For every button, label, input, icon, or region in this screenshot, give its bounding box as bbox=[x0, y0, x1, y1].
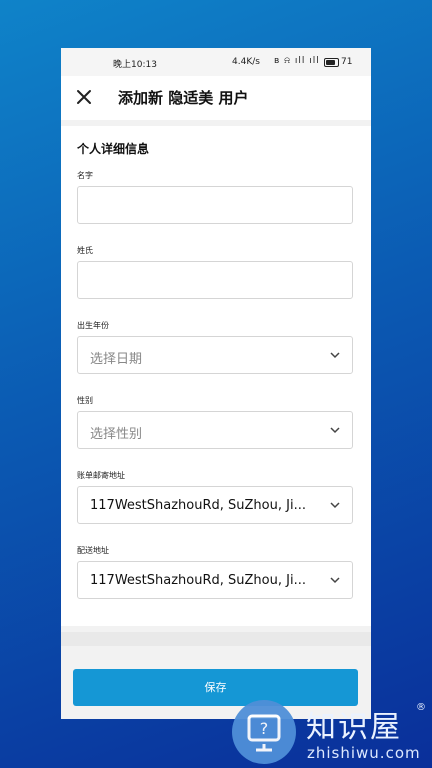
chevron-down-icon bbox=[330, 577, 340, 584]
first-name-label: 名字 bbox=[77, 171, 93, 180]
shipping-address-select[interactable]: 117WestShazhouRd, SuZhou, Ji... bbox=[77, 561, 353, 599]
signal-icons: ʙ ⍾ ıll ıll bbox=[274, 56, 320, 66]
section-title: 个人详细信息 bbox=[77, 142, 150, 156]
close-icon[interactable] bbox=[75, 88, 93, 106]
watermark-url: zhishiwu.com bbox=[307, 744, 421, 762]
page-title: 添加新 隐适美 用户 bbox=[118, 89, 249, 107]
help-monitor-icon: ? bbox=[232, 700, 296, 764]
birth-year-select[interactable]: 选择日期 bbox=[77, 336, 353, 374]
battery-level: 71 bbox=[341, 57, 353, 67]
shipping-address-label: 配送地址 bbox=[77, 546, 109, 555]
gender-select[interactable]: 选择性别 bbox=[77, 411, 353, 449]
shipping-address-value: 117WestShazhouRd, SuZhou, Ji... bbox=[90, 573, 306, 588]
registered-mark: ® bbox=[416, 702, 426, 713]
app-header: 添加新 隐适美 用户 bbox=[61, 76, 371, 120]
last-name-label: 姓氏 bbox=[77, 246, 93, 255]
gender-label: 性别 bbox=[77, 396, 93, 405]
chevron-down-icon bbox=[330, 427, 340, 434]
svg-text:?: ? bbox=[260, 719, 269, 738]
birth-year-label: 出生年份 bbox=[77, 321, 109, 330]
phone-screen: 晚上10:13 4.4K/s ʙ ⍾ ıll ıll 71 添加新 隐适美 用户… bbox=[61, 48, 371, 719]
gender-placeholder: 选择性别 bbox=[90, 427, 143, 442]
billing-address-label: 账单邮寄地址 bbox=[77, 471, 125, 480]
network-speed: 4.4K/s bbox=[232, 57, 260, 67]
billing-address-value: 117WestShazhouRd, SuZhou, Ji... bbox=[90, 498, 306, 513]
billing-address-select[interactable]: 117WestShazhouRd, SuZhou, Ji... bbox=[77, 486, 353, 524]
birth-year-placeholder: 选择日期 bbox=[90, 352, 143, 367]
status-bar: 晚上10:13 4.4K/s ʙ ⍾ ıll ıll 71 bbox=[61, 48, 371, 76]
last-name-input[interactable] bbox=[77, 261, 353, 299]
first-name-input[interactable] bbox=[77, 186, 353, 224]
chevron-down-icon bbox=[330, 352, 340, 359]
watermark-title: 知识屋 bbox=[306, 710, 402, 745]
battery-icon bbox=[324, 58, 339, 67]
section-divider bbox=[61, 632, 371, 646]
chevron-down-icon bbox=[330, 502, 340, 509]
status-time: 晚上10:13 bbox=[113, 60, 157, 70]
personal-details-card: 个人详细信息 名字 姓氏 出生年份 选择日期 性别 选择性别 账单邮寄地址 11… bbox=[61, 126, 371, 626]
watermark-logo: ? 知识屋 ® zhishiwu.com bbox=[232, 698, 432, 768]
